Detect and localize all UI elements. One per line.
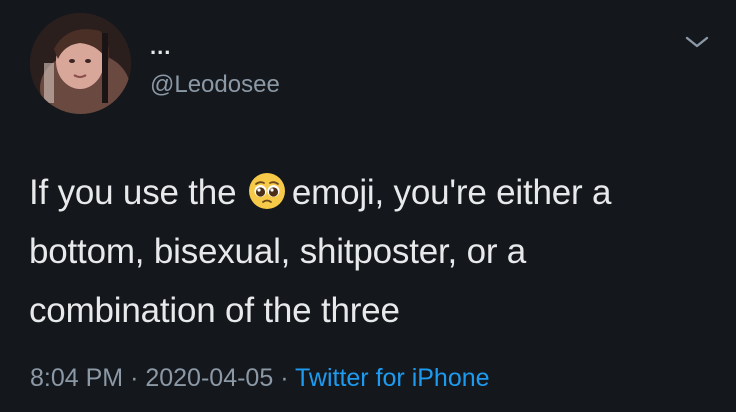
tweet-text: If you use the emoji, you're either a bo… <box>29 163 719 340</box>
tweet-text-start: If you use the <box>29 173 237 212</box>
meta-separator: · <box>130 364 139 392</box>
tweet-time[interactable]: 8:04 PM <box>30 364 123 392</box>
tweet-card: ... @Leodosee If you use the emoji, you'… <box>0 0 736 412</box>
tweet-date[interactable]: 2020-04-05 <box>145 364 273 392</box>
meta-separator: · <box>280 364 289 392</box>
user-handle[interactable]: @Leodosee <box>150 70 280 100</box>
chevron-down-icon[interactable] <box>682 30 712 54</box>
pleading-face-emoji <box>248 169 286 209</box>
tweet-source-link[interactable]: Twitter for iPhone <box>295 364 490 392</box>
tweet-meta: 8:04 PM · 2020-04-05 · Twitter for iPhon… <box>30 362 490 394</box>
display-name[interactable]: ... <box>150 36 171 58</box>
avatar[interactable] <box>30 13 131 114</box>
